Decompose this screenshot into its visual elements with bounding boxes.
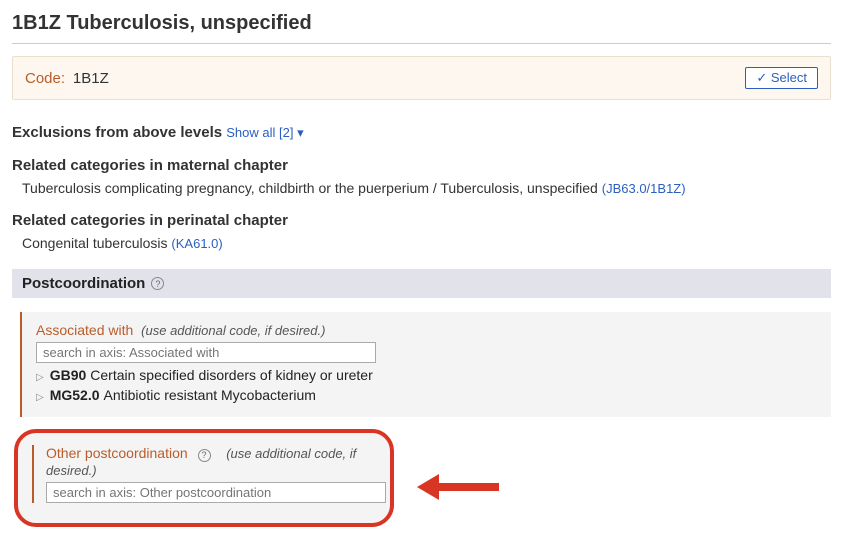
maternal-text-row: Tuberculosis complicating pregnancy, chi…	[22, 180, 831, 196]
expand-icon[interactable]: ▷	[36, 372, 44, 383]
maternal-code-link[interactable]: (JB63.0/1B1Z)	[602, 181, 686, 196]
exclusions-heading: Exclusions from above levels Show all [2…	[12, 124, 831, 141]
maternal-section: Related categories in maternal chapter T…	[12, 157, 831, 196]
tree-row: ▷ MG52.0 Antibiotic resistant Mycobacter…	[36, 387, 817, 403]
page-title: 1B1Z Tuberculosis, unspecified	[12, 12, 831, 35]
other-postcoord-search-input[interactable]	[46, 482, 386, 503]
associated-with-block: Associated with (use additional code, if…	[20, 312, 831, 417]
help-icon[interactable]: ?	[198, 449, 211, 462]
other-postcoord-title: Other postcoordination	[46, 445, 188, 461]
associated-with-note: (use additional code, if desired.)	[141, 323, 325, 338]
expand-icon[interactable]: ▷	[36, 392, 44, 403]
other-postcoord-title-row: Other postcoordination ? (use additional…	[46, 445, 376, 478]
code-box-left: Code: 1B1Z	[25, 70, 109, 87]
tree-code[interactable]: GB90	[50, 367, 87, 383]
select-button[interactable]: ✓ Select	[745, 67, 818, 89]
code-value: 1B1Z	[73, 70, 109, 87]
tree-label[interactable]: Certain specified disorders of kidney or…	[90, 367, 372, 383]
help-icon[interactable]: ?	[151, 277, 164, 290]
other-postcoord-block: Other postcoordination ? (use additional…	[32, 445, 376, 503]
associated-with-title-row: Associated with (use additional code, if…	[36, 322, 817, 338]
postcoordination-header: Postcoordination ?	[12, 269, 831, 298]
associated-with-title: Associated with	[36, 322, 133, 338]
perinatal-text: Congenital tuberculosis	[22, 235, 168, 251]
annotation-arrow	[417, 474, 499, 500]
title-underline	[12, 43, 831, 44]
arrow-line	[439, 483, 499, 491]
code-box: Code: 1B1Z ✓ Select	[12, 56, 831, 100]
tree-row: ▷ GB90 Certain specified disorders of ki…	[36, 367, 817, 383]
perinatal-heading: Related categories in perinatal chapter	[12, 212, 831, 229]
associated-with-search-input[interactable]	[36, 342, 376, 363]
maternal-text: Tuberculosis complicating pregnancy, chi…	[22, 180, 598, 196]
arrow-head-icon	[417, 474, 439, 500]
exclusions-section: Exclusions from above levels Show all [2…	[12, 124, 831, 141]
other-postcoord-container: Other postcoordination ? (use additional…	[12, 429, 831, 527]
perinatal-code-link[interactable]: (KA61.0)	[171, 236, 222, 251]
tree-label[interactable]: Antibiotic resistant Mycobacterium	[104, 387, 316, 403]
perinatal-text-row: Congenital tuberculosis (KA61.0)	[22, 235, 831, 251]
code-label: Code:	[25, 70, 65, 87]
maternal-heading: Related categories in maternal chapter	[12, 157, 831, 174]
exclusions-show-all-link[interactable]: Show all [2] ▾	[226, 125, 303, 140]
tree-code[interactable]: MG52.0	[50, 387, 100, 403]
perinatal-section: Related categories in perinatal chapter …	[12, 212, 831, 251]
highlight-annotation: Other postcoordination ? (use additional…	[14, 429, 394, 527]
exclusions-heading-text: Exclusions from above levels	[12, 124, 222, 141]
postcoordination-heading-text: Postcoordination	[22, 275, 145, 292]
